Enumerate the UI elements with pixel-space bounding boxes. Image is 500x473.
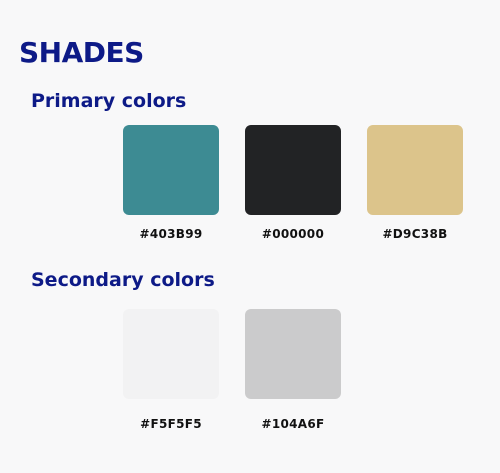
secondary-colors-heading: Secondary colors (31, 269, 215, 291)
swatch-code-primary-gold: #D9C38B (382, 227, 448, 241)
swatch-secondary-light (123, 309, 219, 399)
page-title: SHADES (19, 36, 144, 69)
swatch-primary-gold (367, 125, 463, 215)
primary-colors-heading: Primary colors (31, 90, 187, 112)
swatch-code-secondary-gray: #104A6F (261, 417, 325, 431)
swatch-code-secondary-light: #F5F5F5 (140, 417, 202, 431)
swatch-code-primary-teal: #403B99 (139, 227, 203, 241)
swatch-primary-black (245, 125, 341, 215)
swatch-code-primary-black: #000000 (261, 227, 325, 241)
swatch-secondary-gray (245, 309, 341, 399)
swatch-primary-teal (123, 125, 219, 215)
